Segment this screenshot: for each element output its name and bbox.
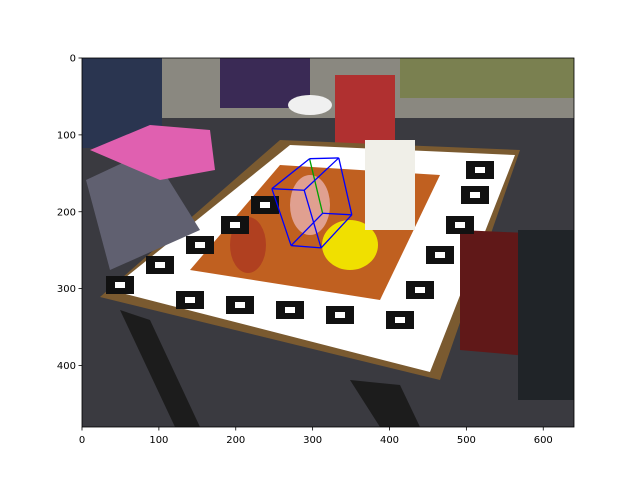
marker-inner (415, 287, 425, 293)
photo-image (82, 58, 574, 427)
y-tick-label: 400 (57, 361, 76, 372)
x-tick-label: 300 (303, 435, 322, 446)
marker-inner (395, 317, 405, 323)
marker-inner (235, 302, 245, 308)
x-tick-label: 500 (457, 435, 476, 446)
x-tick-label: 400 (380, 435, 399, 446)
marker-inner (230, 222, 240, 228)
box-edge (309, 157, 339, 160)
y-axis: 0 100 200 300 400 (57, 54, 82, 372)
marker-inner (185, 297, 195, 303)
marker-inner (285, 307, 295, 313)
x-tick-label: 0 (79, 435, 85, 446)
x-tick-label: 200 (226, 435, 245, 446)
figure: 0 100 200 300 400 500 600 0 100 200 300 400 (57, 54, 575, 446)
marker-inner (335, 312, 345, 318)
x-tick-label: 100 (149, 435, 168, 446)
marker-inner (435, 252, 445, 258)
y-tick-label: 100 (57, 130, 76, 141)
marker-inner (260, 202, 270, 208)
x-axis: 0 100 200 300 400 500 600 (79, 427, 553, 446)
marker-inner (155, 262, 165, 268)
marker-inner (455, 222, 465, 228)
marker-inner (115, 282, 125, 288)
y-tick-label: 0 (70, 54, 76, 65)
marker-inner (470, 192, 480, 198)
marker-inner (475, 167, 485, 173)
marker-inner (195, 242, 205, 248)
x-tick-label: 600 (534, 435, 553, 446)
y-tick-label: 300 (57, 284, 76, 295)
y-tick-label: 200 (57, 207, 76, 218)
